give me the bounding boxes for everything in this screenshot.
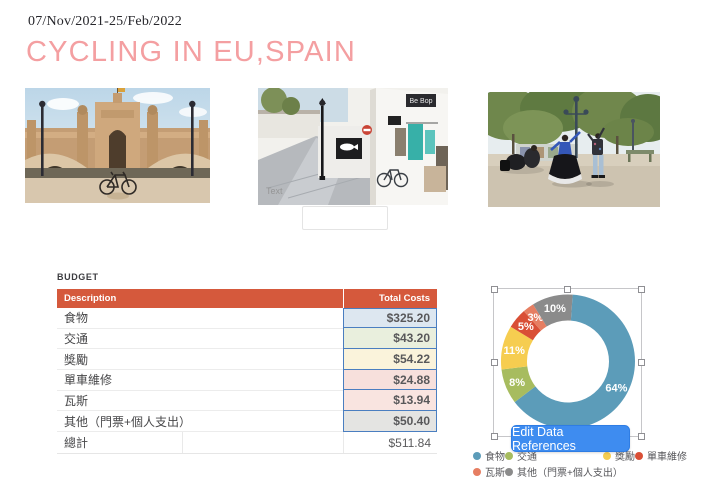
row-value-cell-selected[interactable]: $43.20 (343, 327, 437, 349)
donut-chart-selection-box[interactable]: 64%8%11%5%3%10% (493, 288, 642, 437)
selection-handle[interactable] (638, 433, 645, 440)
legend-label: 瓦斯 (485, 464, 505, 479)
slide-title[interactable]: CYCLING IN EU,SPAIN (26, 36, 356, 69)
empty-text-box[interactable] (302, 206, 388, 230)
table-row[interactable]: 交通$43.20 (57, 329, 437, 350)
row-description-cell[interactable]: 其他（門票+個人支出） (57, 411, 343, 432)
row-value-cell-selected[interactable]: $50.40 (343, 410, 437, 432)
legend-item: 瓦斯 (473, 465, 505, 478)
date-range-text[interactable]: 07/Nov/2021-25/Feb/2022 (28, 14, 182, 30)
total-label-cell[interactable]: 總計 (57, 432, 183, 453)
legend-label: 其他（門票+個人支出） (517, 464, 623, 479)
legend-color-dot-icon (473, 452, 481, 460)
slice-percent-label: 11% (504, 345, 526, 357)
table-row[interactable]: 單車維修$24.88 (57, 370, 437, 391)
total-empty-cell[interactable] (183, 432, 344, 453)
legend-color-dot-icon (603, 452, 611, 460)
svg-text:Be Bop: Be Bop (410, 98, 433, 105)
plaza-espana-image (25, 88, 210, 203)
legend-color-dot-icon (473, 468, 481, 476)
legend-color-dot-icon (505, 468, 513, 476)
row-description-cell[interactable]: 瓦斯 (57, 391, 343, 412)
park-dancers-image (488, 92, 660, 207)
slice-percent-label: 10% (544, 303, 566, 315)
table-header-row: Description Total Costs (57, 289, 437, 308)
row-description-cell[interactable]: 獎勵 (57, 349, 343, 370)
edit-data-references-button[interactable]: Edit Data References (511, 425, 630, 452)
slice-percent-label: 8% (509, 377, 525, 389)
table-row[interactable]: 獎勵$54.22 (57, 349, 437, 370)
selection-handle[interactable] (564, 286, 571, 293)
column-header-total-costs[interactable]: Total Costs (343, 289, 437, 308)
total-value-cell[interactable]: $511.84 (344, 432, 437, 453)
selection-handle[interactable] (491, 433, 498, 440)
text-placeholder-watermark: Text (266, 186, 283, 196)
table-row[interactable]: 其他（門票+個人支出）$50.40 (57, 411, 437, 432)
legend-label: 食物 (485, 448, 505, 463)
row-description-cell[interactable]: 食物 (57, 308, 343, 329)
row-value-cell-selected[interactable]: $325.20 (343, 308, 437, 329)
white-street-image: Be Bop Text (258, 88, 448, 205)
legend-item: 食物 (473, 449, 505, 462)
table-row[interactable]: 瓦斯$13.94 (57, 391, 437, 412)
row-value-cell-selected[interactable]: $13.94 (343, 389, 437, 411)
row-value-cell-selected[interactable]: $54.22 (343, 348, 437, 370)
photo-park-dancers[interactable] (488, 92, 660, 207)
legend-item: 單車維修 (635, 449, 687, 462)
legend-item: 其他（門票+個人支出） (505, 465, 603, 478)
row-description-cell[interactable]: 交通 (57, 329, 343, 350)
legend-color-dot-icon (505, 452, 513, 460)
selection-handle[interactable] (638, 286, 645, 293)
budget-section-label[interactable]: BUDGET (57, 272, 99, 282)
chart-legend[interactable]: 食物交通獎勵單車維修瓦斯其他（門票+個人支出） (473, 449, 687, 478)
photo-white-street[interactable]: Be Bop Text (258, 88, 448, 205)
table-total-row[interactable]: 總計 $511.84 (57, 432, 437, 454)
table-row[interactable]: 食物$325.20 (57, 308, 437, 329)
slice-percent-label: 64% (605, 383, 627, 395)
selection-handle[interactable] (491, 359, 498, 366)
selection-handle[interactable] (638, 359, 645, 366)
budget-table[interactable]: Description Total Costs 食物$325.20交通$43.2… (57, 289, 437, 454)
donut-chart[interactable]: 64%8%11%5%3%10% (494, 289, 641, 436)
row-value-cell-selected[interactable]: $24.88 (343, 369, 437, 391)
legend-label: 單車維修 (647, 448, 687, 463)
selection-handle[interactable] (491, 286, 498, 293)
column-header-description[interactable]: Description (57, 289, 343, 308)
legend-color-dot-icon (635, 452, 643, 460)
table-body: 食物$325.20交通$43.20獎勵$54.22單車維修$24.88瓦斯$13… (57, 308, 437, 432)
photo-plaza-espana[interactable] (25, 88, 210, 203)
row-description-cell[interactable]: 單車維修 (57, 370, 343, 391)
slide-canvas: 07/Nov/2021-25/Feb/2022 CYCLING IN EU,SP… (0, 0, 720, 490)
